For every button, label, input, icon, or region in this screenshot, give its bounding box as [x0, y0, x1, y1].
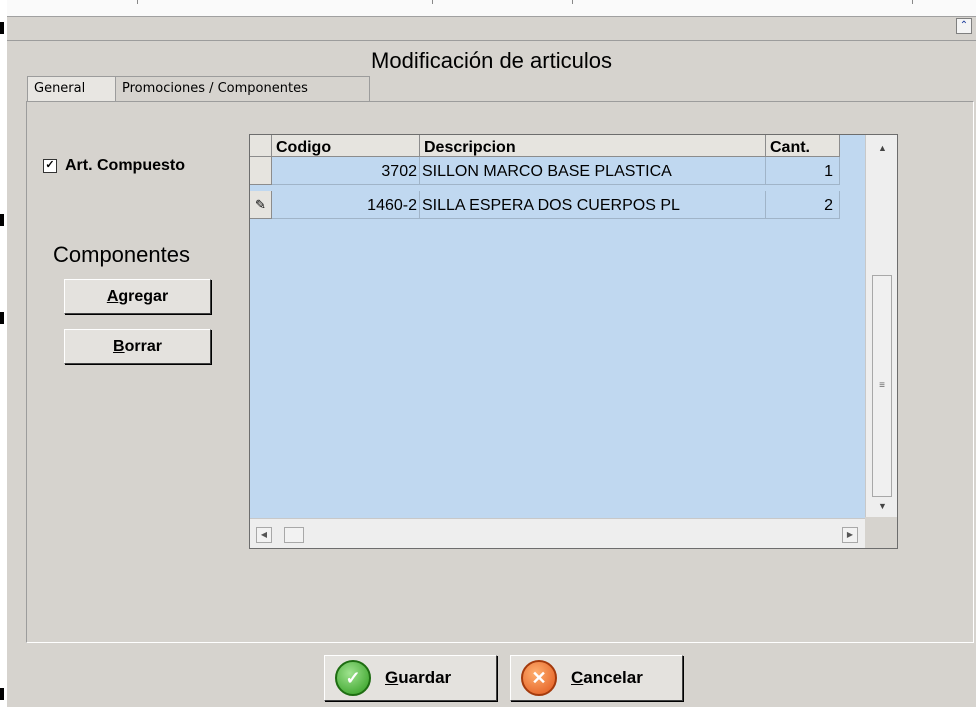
page-title: Modificación de articulos	[371, 48, 612, 73]
cell-cant[interactable]: 2	[766, 191, 840, 219]
cancel-circle-icon: ✕	[521, 660, 557, 696]
borrar-button[interactable]: Borrar	[64, 329, 211, 364]
horizontal-scrollbar[interactable]: ◀ ▶	[250, 518, 867, 548]
cell-codigo[interactable]: 1460-2	[272, 191, 420, 219]
edge-mark	[0, 22, 4, 34]
scrollbar-thumb[interactable]: ≡	[872, 275, 892, 497]
accelerator-key: G	[385, 668, 399, 687]
tab-general[interactable]: General	[27, 76, 117, 102]
column-header-cant[interactable]: Cant.	[766, 135, 840, 157]
accelerator-key: A	[106, 288, 119, 305]
accelerator-key: C	[571, 668, 584, 687]
column-header-codigo[interactable]: Codigo	[272, 135, 420, 157]
divider	[912, 0, 913, 4]
agregar-button[interactable]: Agregar	[64, 279, 211, 314]
button-label: uardar	[398, 668, 452, 687]
edge-mark	[0, 688, 4, 700]
top-strip	[7, 0, 976, 17]
guardar-button[interactable]: ✓ Guardar	[324, 655, 497, 701]
cell-descripcion[interactable]: SILLON MARCO BASE PLASTICA	[420, 157, 766, 185]
button-label: orrar	[124, 338, 162, 355]
art-compuesto-checkbox[interactable]: ✓ Art. Compuesto	[43, 157, 185, 175]
scroll-up-arrow-icon[interactable]: ▲	[878, 143, 887, 153]
scroll-corner	[865, 517, 897, 548]
divider	[572, 0, 573, 4]
divider	[137, 0, 138, 4]
componentes-grid[interactable]: Codigo Descripcion Cant. 3702 SILLON MAR…	[249, 134, 898, 549]
button-label: gregar	[118, 288, 169, 305]
pencil-icon[interactable]: ✎	[250, 191, 272, 219]
checkmark-circle-icon: ✓	[335, 660, 371, 696]
scroll-down-arrow-icon[interactable]: ▼	[878, 501, 887, 511]
cancelar-button[interactable]: ✕ Cancelar	[510, 655, 683, 701]
column-header-descripcion[interactable]: Descripcion	[420, 135, 766, 157]
tab-label: General	[34, 81, 86, 96]
accelerator-key: B	[113, 338, 125, 355]
cell-cant[interactable]: 1	[766, 157, 840, 185]
vertical-scrollbar[interactable]: ▲ ≡ ▼	[865, 135, 897, 519]
checkbox-label: Art. Compuesto	[65, 157, 185, 174]
componentes-heading: Componentes	[53, 242, 190, 267]
checkbox-box[interactable]: ✓	[43, 159, 57, 173]
edge-mark	[0, 214, 4, 226]
scroll-right-arrow-icon[interactable]: ▶	[842, 527, 858, 543]
cell-codigo[interactable]: 3702	[272, 157, 420, 185]
form-window: ⌃ Modificación de articulos General Prom…	[7, 0, 976, 707]
tab-promociones-componentes[interactable]: Promociones / Componentes	[115, 76, 370, 102]
scroll-left-arrow-icon[interactable]: ◀	[256, 527, 272, 543]
button-label: ancelar	[583, 668, 643, 687]
row-indicator[interactable]	[250, 157, 272, 185]
grid-corner-header	[250, 135, 272, 157]
double-chevron-up-icon[interactable]: ⌃	[956, 18, 972, 34]
tab-label: Promociones / Componentes	[122, 81, 308, 96]
scrollbar-thumb[interactable]	[284, 527, 304, 543]
divider	[432, 0, 433, 4]
cell-descripcion[interactable]: SILLA ESPERA DOS CUERPOS PL	[420, 191, 766, 219]
divider	[7, 40, 976, 41]
edge-mark	[0, 312, 4, 324]
